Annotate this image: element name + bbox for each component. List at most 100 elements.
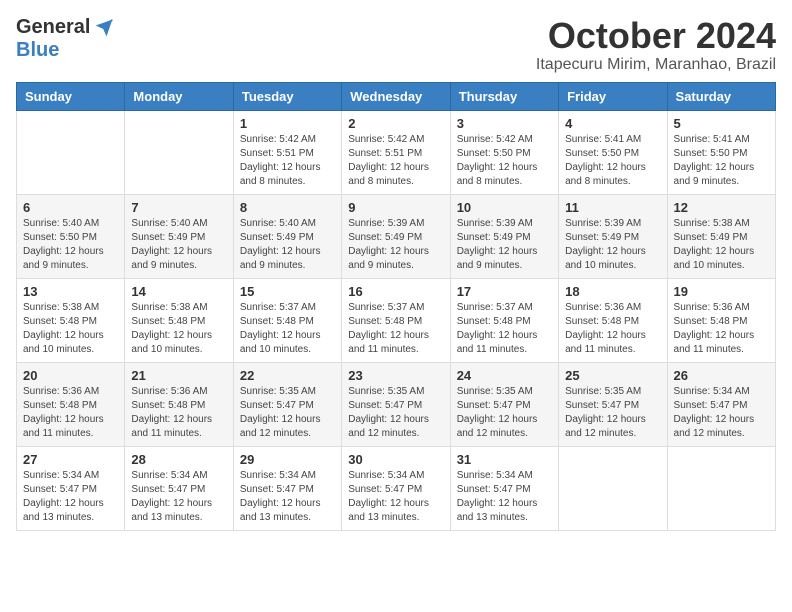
day-info: Sunrise: 5:37 AMSunset: 5:48 PMDaylight:…	[457, 301, 552, 357]
col-friday: Friday	[559, 82, 667, 110]
calendar-cell: 27 Sunrise: 5:34 AMSunset: 5:47 PMDayligh…	[17, 446, 125, 530]
calendar-cell: 23 Sunrise: 5:35 AMSunset: 5:47 PMDayligh…	[342, 362, 450, 446]
day-info: Sunrise: 5:38 AMSunset: 5:48 PMDaylight:…	[23, 301, 118, 357]
day-info: Sunrise: 5:42 AMSunset: 5:51 PMDaylight:…	[240, 133, 335, 189]
calendar-cell: 22 Sunrise: 5:35 AMSunset: 5:47 PMDayligh…	[233, 362, 341, 446]
col-tuesday: Tuesday	[233, 82, 341, 110]
day-info: Sunrise: 5:34 AMSunset: 5:47 PMDaylight:…	[457, 469, 552, 525]
month-title: October 2024	[536, 16, 776, 56]
calendar-cell	[125, 110, 233, 194]
calendar-cell: 4Sunrise: 5:41 AMSunset: 5:50 PMDaylight…	[559, 110, 667, 194]
day-number: 7	[131, 200, 226, 215]
day-info: Sunrise: 5:34 AMSunset: 5:47 PMDaylight:…	[674, 385, 769, 441]
calendar-cell: 6Sunrise: 5:40 AMSunset: 5:50 PMDaylight…	[17, 194, 125, 278]
calendar-cell: 5 Sunrise: 5:41 AMSunset: 5:50 PMDaylight…	[667, 110, 775, 194]
calendar-cell: 26 Sunrise: 5:34 AMSunset: 5:47 PMDayligh…	[667, 362, 775, 446]
calendar-cell: 10Sunrise: 5:39 AMSunset: 5:49 PMDayligh…	[450, 194, 558, 278]
day-info: Sunrise: 5:35 AMSunset: 5:47 PMDaylight:…	[457, 385, 552, 441]
calendar-cell: 1 Sunrise: 5:42 AMSunset: 5:51 PMDaylight…	[233, 110, 341, 194]
calendar-header-row: Sunday Monday Tuesday Wednesday Thursday…	[17, 82, 776, 110]
day-number: 2	[348, 116, 443, 131]
day-info: Sunrise: 5:34 AMSunset: 5:47 PMDaylight:…	[131, 469, 226, 525]
day-info: Sunrise: 5:40 AMSunset: 5:49 PMDaylight:…	[240, 217, 335, 273]
day-number: 1	[240, 116, 335, 131]
day-info: Sunrise: 5:36 AMSunset: 5:48 PMDaylight:…	[674, 301, 769, 357]
day-info: Sunrise: 5:36 AMSunset: 5:48 PMDaylight:…	[23, 385, 118, 441]
calendar-cell: 14 Sunrise: 5:38 AMSunset: 5:48 PMDayligh…	[125, 278, 233, 362]
day-info: Sunrise: 5:36 AMSunset: 5:48 PMDaylight:…	[565, 301, 660, 357]
calendar-cell: 12 Sunrise: 5:38 AMSunset: 5:49 PMDayligh…	[667, 194, 775, 278]
calendar-cell	[559, 446, 667, 530]
day-number: 14	[131, 284, 226, 299]
day-info: Sunrise: 5:34 AMSunset: 5:47 PMDaylight:…	[348, 469, 443, 525]
day-number: 30	[348, 452, 443, 467]
day-info: Sunrise: 5:38 AMSunset: 5:48 PMDaylight:…	[131, 301, 226, 357]
calendar-cell: 30 Sunrise: 5:34 AMSunset: 5:47 PMDayligh…	[342, 446, 450, 530]
day-info: Sunrise: 5:35 AMSunset: 5:47 PMDaylight:…	[240, 385, 335, 441]
day-number: 29	[240, 452, 335, 467]
day-number: 31	[457, 452, 552, 467]
calendar-cell: 2Sunrise: 5:42 AMSunset: 5:51 PMDaylight…	[342, 110, 450, 194]
calendar-cell: 16 Sunrise: 5:37 AMSunset: 5:48 PMDayligh…	[342, 278, 450, 362]
col-monday: Monday	[125, 82, 233, 110]
day-number: 16	[348, 284, 443, 299]
calendar-cell: 20Sunrise: 5:36 AMSunset: 5:48 PMDayligh…	[17, 362, 125, 446]
calendar-cell: 21 Sunrise: 5:36 AMSunset: 5:48 PMDayligh…	[125, 362, 233, 446]
day-info: Sunrise: 5:36 AMSunset: 5:48 PMDaylight:…	[131, 385, 226, 441]
calendar-week-row: 20Sunrise: 5:36 AMSunset: 5:48 PMDayligh…	[17, 362, 776, 446]
col-saturday: Saturday	[667, 82, 775, 110]
day-number: 27	[23, 452, 118, 467]
day-number: 13	[23, 284, 118, 299]
day-info: Sunrise: 5:41 AMSunset: 5:50 PMDaylight:…	[674, 133, 769, 189]
day-number: 9	[348, 200, 443, 215]
header: General Blue October 2024 Itapecuru Miri…	[16, 16, 776, 74]
calendar-week-row: 27 Sunrise: 5:34 AMSunset: 5:47 PMDayligh…	[17, 446, 776, 530]
calendar-cell: 11 Sunrise: 5:39 AMSunset: 5:49 PMDayligh…	[559, 194, 667, 278]
calendar-cell: 8Sunrise: 5:40 AMSunset: 5:49 PMDaylight…	[233, 194, 341, 278]
day-number: 26	[674, 368, 769, 383]
logo-general-text: General	[16, 16, 90, 39]
col-wednesday: Wednesday	[342, 82, 450, 110]
day-info: Sunrise: 5:37 AMSunset: 5:48 PMDaylight:…	[348, 301, 443, 357]
day-info: Sunrise: 5:38 AMSunset: 5:49 PMDaylight:…	[674, 217, 769, 273]
day-number: 5	[674, 116, 769, 131]
calendar-cell: 17 Sunrise: 5:37 AMSunset: 5:48 PMDayligh…	[450, 278, 558, 362]
calendar-cell: 13 Sunrise: 5:38 AMSunset: 5:48 PMDayligh…	[17, 278, 125, 362]
calendar-cell	[667, 446, 775, 530]
day-number: 12	[674, 200, 769, 215]
day-info: Sunrise: 5:34 AMSunset: 5:47 PMDaylight:…	[23, 469, 118, 525]
col-thursday: Thursday	[450, 82, 558, 110]
calendar-cell: 24 Sunrise: 5:35 AMSunset: 5:47 PMDayligh…	[450, 362, 558, 446]
day-number: 21	[131, 368, 226, 383]
logo-blue-text: Blue	[16, 39, 59, 62]
calendar-week-row: 1 Sunrise: 5:42 AMSunset: 5:51 PMDaylight…	[17, 110, 776, 194]
location-subtitle: Itapecuru Mirim, Maranhao, Brazil	[536, 56, 776, 74]
calendar-table: Sunday Monday Tuesday Wednesday Thursday…	[16, 82, 776, 531]
day-info: Sunrise: 5:40 AMSunset: 5:50 PMDaylight:…	[23, 217, 118, 273]
col-sunday: Sunday	[17, 82, 125, 110]
day-info: Sunrise: 5:42 AMSunset: 5:50 PMDaylight:…	[457, 133, 552, 189]
logo: General Blue	[16, 16, 114, 62]
calendar-cell: 18 Sunrise: 5:36 AMSunset: 5:48 PMDayligh…	[559, 278, 667, 362]
day-number: 23	[348, 368, 443, 383]
day-number: 4	[565, 116, 660, 131]
day-info: Sunrise: 5:39 AMSunset: 5:49 PMDaylight:…	[565, 217, 660, 273]
day-info: Sunrise: 5:34 AMSunset: 5:47 PMDaylight:…	[240, 469, 335, 525]
day-info: Sunrise: 5:37 AMSunset: 5:48 PMDaylight:…	[240, 301, 335, 357]
day-number: 11	[565, 200, 660, 215]
calendar-cell: 9Sunrise: 5:39 AMSunset: 5:49 PMDaylight…	[342, 194, 450, 278]
day-number: 18	[565, 284, 660, 299]
day-number: 15	[240, 284, 335, 299]
logo-bird-icon	[94, 18, 114, 38]
day-info: Sunrise: 5:35 AMSunset: 5:47 PMDaylight:…	[348, 385, 443, 441]
day-info: Sunrise: 5:39 AMSunset: 5:49 PMDaylight:…	[457, 217, 552, 273]
day-number: 17	[457, 284, 552, 299]
day-number: 25	[565, 368, 660, 383]
day-number: 3	[457, 116, 552, 131]
calendar-cell	[17, 110, 125, 194]
day-number: 22	[240, 368, 335, 383]
day-number: 24	[457, 368, 552, 383]
day-number: 28	[131, 452, 226, 467]
calendar-week-row: 13 Sunrise: 5:38 AMSunset: 5:48 PMDayligh…	[17, 278, 776, 362]
calendar-cell: 3 Sunrise: 5:42 AMSunset: 5:50 PMDaylight…	[450, 110, 558, 194]
